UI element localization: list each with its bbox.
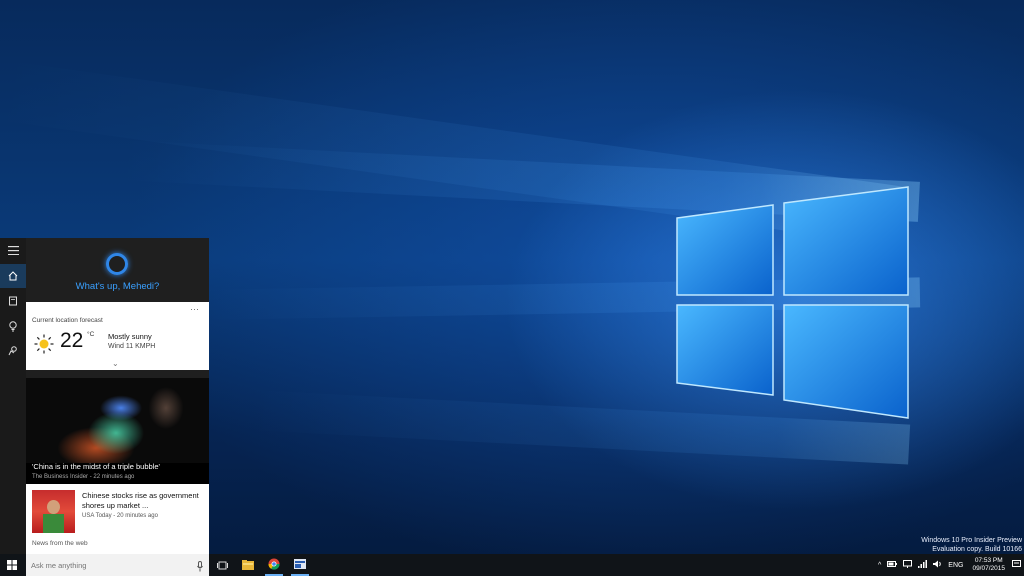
cortana-rail: [0, 238, 26, 554]
system-tray: ^ ENG 07:53 PM 09/07/2015: [875, 554, 1024, 576]
weather-label: Current location forecast: [32, 317, 103, 324]
cortana-panel: What's up, Mehedi? ··· Current location …: [0, 238, 209, 554]
volume-icon[interactable]: [933, 560, 942, 570]
app-icon[interactable]: [291, 554, 309, 576]
battery-icon[interactable]: [887, 561, 898, 569]
temperature-unit: °C: [87, 331, 95, 338]
news-card-featured[interactable]: 'China is in the midst of a triple bubbl…: [26, 378, 209, 484]
build-watermark: Windows 10 Pro Insider Preview Evaluatio…: [921, 536, 1022, 554]
notifications-icon[interactable]: [1012, 560, 1021, 570]
clock-date: 09/07/2015: [972, 565, 1005, 572]
cortana-search-bar: [26, 554, 209, 576]
cortana-content: What's up, Mehedi? ··· Current location …: [26, 238, 209, 554]
news-from-web-label: News from the web: [32, 540, 88, 547]
wind-speed: Wind 11 KMPH: [108, 343, 156, 350]
lightbulb-icon[interactable]: [0, 314, 26, 338]
weather-condition: Mostly sunny: [108, 332, 152, 341]
weather-card[interactable]: ··· Current location forecast 22 °C Most…: [26, 302, 209, 370]
chevron-down-icon[interactable]: ⌄: [112, 359, 119, 368]
search-input[interactable]: [31, 558, 186, 572]
sun-icon: [34, 334, 54, 359]
notebook-icon[interactable]: [0, 289, 26, 313]
signal-icon[interactable]: [918, 560, 928, 570]
cortana-greeting: What's up, Mehedi?: [75, 281, 160, 292]
more-options-icon[interactable]: ···: [190, 304, 199, 314]
clock-time: 07:53 PM: [974, 557, 1003, 564]
network-icon[interactable]: [903, 560, 913, 570]
chrome-icon[interactable]: [265, 554, 283, 576]
feedback-icon[interactable]: [0, 339, 26, 363]
news-image: [26, 378, 209, 463]
news-thumbnail: [32, 490, 75, 533]
windows-start-icon[interactable]: [0, 554, 24, 576]
news-card[interactable]: Chinese stocks rise as government shores…: [26, 484, 209, 554]
watermark-line: Evaluation copy. Build 10166: [932, 546, 1022, 553]
temperature-value: 22: [60, 329, 84, 352]
watermark-line: Windows 10 Pro Insider Preview: [921, 537, 1022, 544]
news-source: The Business Insider - 22 minutes ago: [32, 474, 135, 480]
news-source: USA Today - 20 minutes ago: [82, 513, 158, 519]
microphone-icon[interactable]: [197, 559, 203, 576]
news-title[interactable]: Chinese stocks rise as government shores…: [82, 491, 204, 511]
file-explorer-icon[interactable]: [240, 554, 256, 576]
show-hidden-icons[interactable]: ^: [878, 562, 881, 569]
news-title[interactable]: 'China is in the midst of a triple bubbl…: [32, 462, 160, 471]
windows-logo: [675, 185, 910, 420]
language-indicator[interactable]: ENG: [948, 562, 963, 569]
task-view-icon[interactable]: [214, 554, 230, 576]
hamburger-menu-icon[interactable]: [0, 238, 26, 262]
clock[interactable]: 07:53 PM 09/07/2015: [972, 557, 1005, 573]
cortana-ring-icon[interactable]: [106, 253, 128, 275]
home-icon[interactable]: [0, 264, 26, 288]
